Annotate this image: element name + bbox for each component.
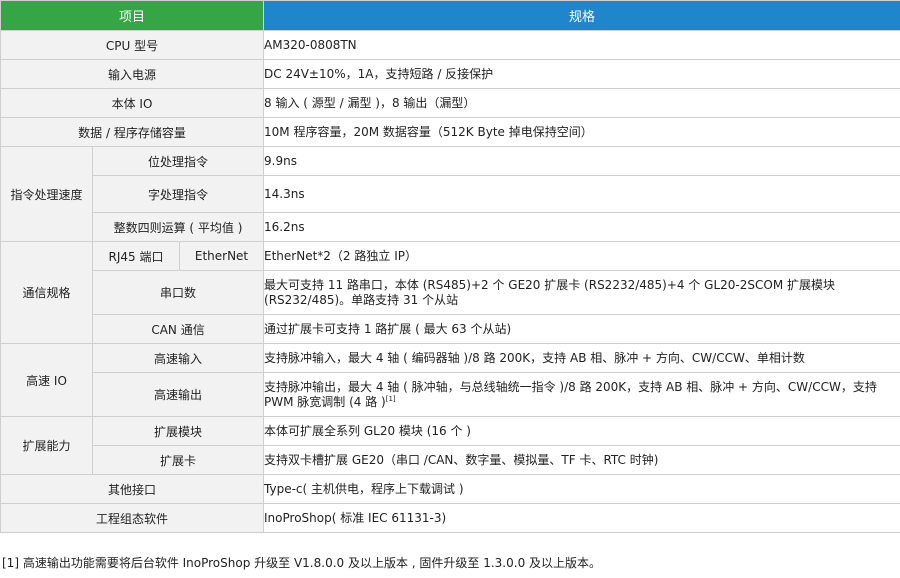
table-row: 整数四则运算 ( 平均值 ) 16.2ns [1, 212, 900, 242]
speed-word-label: 字处理指令 [91, 175, 265, 213]
can-value: 通过扩展卡可支持 1 路扩展 ( 最大 63 个从站) [263, 314, 900, 344]
footnote: [1] 高速输出功能需要将后台软件 InoProShop 升级至 V1.8.0.… [2, 556, 602, 570]
io-label: 本体 IO [0, 88, 265, 118]
speed-bit-label: 位处理指令 [91, 146, 265, 176]
rj45-label: RJ45 端口 [92, 241, 180, 271]
table-row: 指令处理速度 位处理指令 9.9ns [0, 146, 900, 242]
rj45-sub-label: EtherNet [178, 241, 265, 271]
speed-bit-value: 9.9ns [263, 146, 900, 176]
speed-arith-label: 整数四则运算 ( 平均值 ) [91, 212, 265, 242]
cpu-value: AM320-0808TN [263, 30, 900, 60]
storage-value: 10M 程序容量，20M 数据容量（512K Byte 掉电保持空间） [263, 117, 900, 147]
table-row: 串口数 最大可支持 11 路串口，本体 (RS485)+2 个 GE20 扩展卡… [1, 270, 900, 315]
table-row: 扩展能力 扩展模块 本体可扩展全系列 GL20 模块 (16 个 ) [0, 416, 900, 475]
header-row: 项目 规格 [0, 0, 900, 31]
expand-group-label: 扩展能力 [0, 416, 93, 475]
expand-card-value: 支持双卡槽扩展 GE20（串口 /CAN、数字量、模拟量、TF 卡、RTC 时钟… [263, 445, 900, 475]
hsio-group-label: 高速 IO [0, 343, 93, 417]
comm-group-label: 通信规格 [0, 241, 93, 344]
software-value: InoProShop( 标准 IEC 61131-3) [263, 503, 900, 533]
table-row: 高速 IO 高速输入 支持脉冲输入，最大 4 轴 ( 编码器轴 )/8 路 20… [0, 343, 900, 417]
table-row: 高速输出 支持脉冲输出，最大 4 轴 ( 脉冲轴，与总线轴统一指令 )/8 路 … [1, 372, 900, 417]
speed-group-label: 指令处理速度 [0, 146, 93, 242]
speed-arith-value: 16.2ns [263, 212, 900, 242]
speed-word-value: 14.3ns [263, 175, 900, 213]
table-row: 数据 / 程序存储容量 10M 程序容量，20M 数据容量（512K Byte … [0, 117, 900, 147]
table-row: 字处理指令 14.3ns [1, 175, 900, 213]
cpu-label: CPU 型号 [0, 30, 265, 60]
hs-output-cell: 支持脉冲输出，最大 4 轴 ( 脉冲轴，与总线轴统一指令 )/8 路 200K，… [263, 372, 900, 417]
header-item: 项目 [0, 0, 265, 31]
header-spec: 规格 [263, 0, 900, 31]
hs-input-label: 高速输入 [91, 343, 265, 373]
ports-label: 其他接口 [0, 474, 265, 504]
hs-input-value: 支持脉冲输入，最大 4 轴 ( 编码器轴 )/8 路 200K，支持 AB 相、… [263, 343, 900, 373]
spec-table: 项目 规格 CPU 型号 AM320-0808TN 输入电源 DC 24V±10… [0, 0, 900, 533]
power-value: DC 24V±10%，1A，支持短路 / 反接保护 [263, 59, 900, 89]
table-row: CAN 通信 通过扩展卡可支持 1 路扩展 ( 最大 63 个从站) [1, 314, 900, 344]
serial-label: 串口数 [91, 270, 265, 315]
hs-output-label: 高速输出 [91, 372, 265, 417]
table-row: 输入电源 DC 24V±10%，1A，支持短路 / 反接保护 [0, 59, 900, 89]
table-row: 扩展卡 支持双卡槽扩展 GE20（串口 /CAN、数字量、模拟量、TF 卡、RT… [1, 445, 900, 475]
expand-module-value: 本体可扩展全系列 GL20 模块 (16 个 ) [263, 416, 900, 446]
ports-value: Type-c( 主机供电，程序上下载调试 ) [263, 474, 900, 504]
table-row: 本体 IO 8 输入 ( 源型 / 漏型 )，8 输出（漏型） [0, 88, 900, 118]
table-row: CPU 型号 AM320-0808TN [0, 30, 900, 60]
rj45-value: EtherNet*2（2 路独立 IP） [263, 241, 900, 271]
power-label: 输入电源 [0, 59, 265, 89]
table-row: 工程组态软件 InoProShop( 标准 IEC 61131-3) [0, 503, 900, 533]
table-row: 其他接口 Type-c( 主机供电，程序上下载调试 ) [0, 474, 900, 504]
table-row: 通信规格 RJ45 端口 EtherNet EtherNet*2（2 路独立 I… [0, 241, 900, 344]
footnote-ref: [1] [385, 394, 396, 403]
expand-card-label: 扩展卡 [91, 445, 265, 475]
serial-value: 最大可支持 11 路串口，本体 (RS485)+2 个 GE20 扩展卡 (RS… [263, 270, 900, 315]
io-value: 8 输入 ( 源型 / 漏型 )，8 输出（漏型） [263, 88, 900, 118]
expand-module-label: 扩展模块 [91, 416, 265, 446]
hs-output-value: 支持脉冲输出，最大 4 轴 ( 脉冲轴，与总线轴统一指令 )/8 路 200K，… [264, 379, 877, 409]
software-label: 工程组态软件 [0, 503, 265, 533]
can-label: CAN 通信 [91, 314, 265, 344]
storage-label: 数据 / 程序存储容量 [0, 117, 265, 147]
